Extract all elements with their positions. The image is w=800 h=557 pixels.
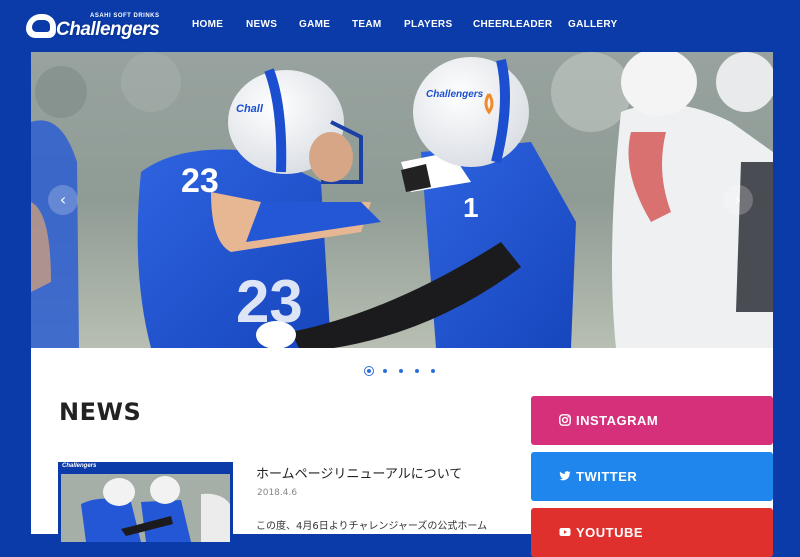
slider-prev-button[interactable]: ‹ xyxy=(48,185,78,215)
twitter-icon xyxy=(559,471,571,481)
thumbnail-photo xyxy=(61,474,230,542)
nav-cheerleader[interactable]: CHEERLEADER xyxy=(473,19,552,30)
helmet-logo-icon xyxy=(26,14,56,38)
youtube-label: YOUTUBE xyxy=(576,525,644,540)
hero-photo: 23 23 Chall 1 Challengers xyxy=(31,52,773,348)
nav-game[interactable]: GAME xyxy=(299,19,330,30)
slider-dot-1[interactable] xyxy=(364,366,374,376)
jersey-number-center: 1 xyxy=(463,192,479,223)
nav-gallery[interactable]: GALLERY xyxy=(568,19,618,30)
news-heading: NEWS xyxy=(59,398,142,426)
news-post-excerpt: この度、4月6日よりチャレンジャーズの公式ホーム xyxy=(256,521,488,532)
chevron-left-icon: ‹ xyxy=(59,190,67,209)
hero-slider[interactable]: 23 23 Chall 1 Challengers ‹ › xyxy=(31,52,773,348)
instagram-button[interactable]: INSTAGRAM xyxy=(531,396,773,445)
news-post-title[interactable]: ホームページリニューアルについて xyxy=(256,463,462,482)
news-thumbnail[interactable]: Challengers xyxy=(58,462,233,542)
twitter-label: TWITTER xyxy=(576,469,638,484)
youtube-button[interactable]: YOUTUBE xyxy=(531,508,773,557)
slider-dot-4[interactable] xyxy=(415,369,419,373)
svg-text:Chall: Chall xyxy=(236,103,264,115)
content-panel: NEWS Challengers ホームページリニューアルについて 2018.4… xyxy=(31,348,773,557)
instagram-icon xyxy=(559,414,571,426)
challengers-logo[interactable]: ASAHI SOFT DRINKS Challengers xyxy=(26,10,161,44)
slider-dot-5[interactable] xyxy=(431,369,435,373)
nav-players[interactable]: PLAYERS xyxy=(404,19,452,30)
chevron-right-icon: › xyxy=(734,190,742,209)
slider-dot-3[interactable] xyxy=(399,369,403,373)
slider-dot-2[interactable] xyxy=(383,369,387,373)
nav-home[interactable]: HOME xyxy=(192,19,223,30)
youtube-icon xyxy=(559,528,571,536)
thumbnail-logo-text: Challengers xyxy=(62,463,97,469)
news-post-date: 2018.4.6 xyxy=(257,488,298,498)
instagram-label: INSTAGRAM xyxy=(576,413,659,428)
twitter-button[interactable]: TWITTER xyxy=(531,452,773,501)
site-header: ASAHI SOFT DRINKS Challengers HOME NEWS … xyxy=(0,0,800,52)
nav-team[interactable]: TEAM xyxy=(352,19,382,30)
slider-next-button[interactable]: › xyxy=(723,185,753,215)
logo-team-name: Challengers xyxy=(56,19,160,40)
helmet-logo-text: Challengers xyxy=(426,89,484,100)
nav-news[interactable]: NEWS xyxy=(246,19,277,30)
